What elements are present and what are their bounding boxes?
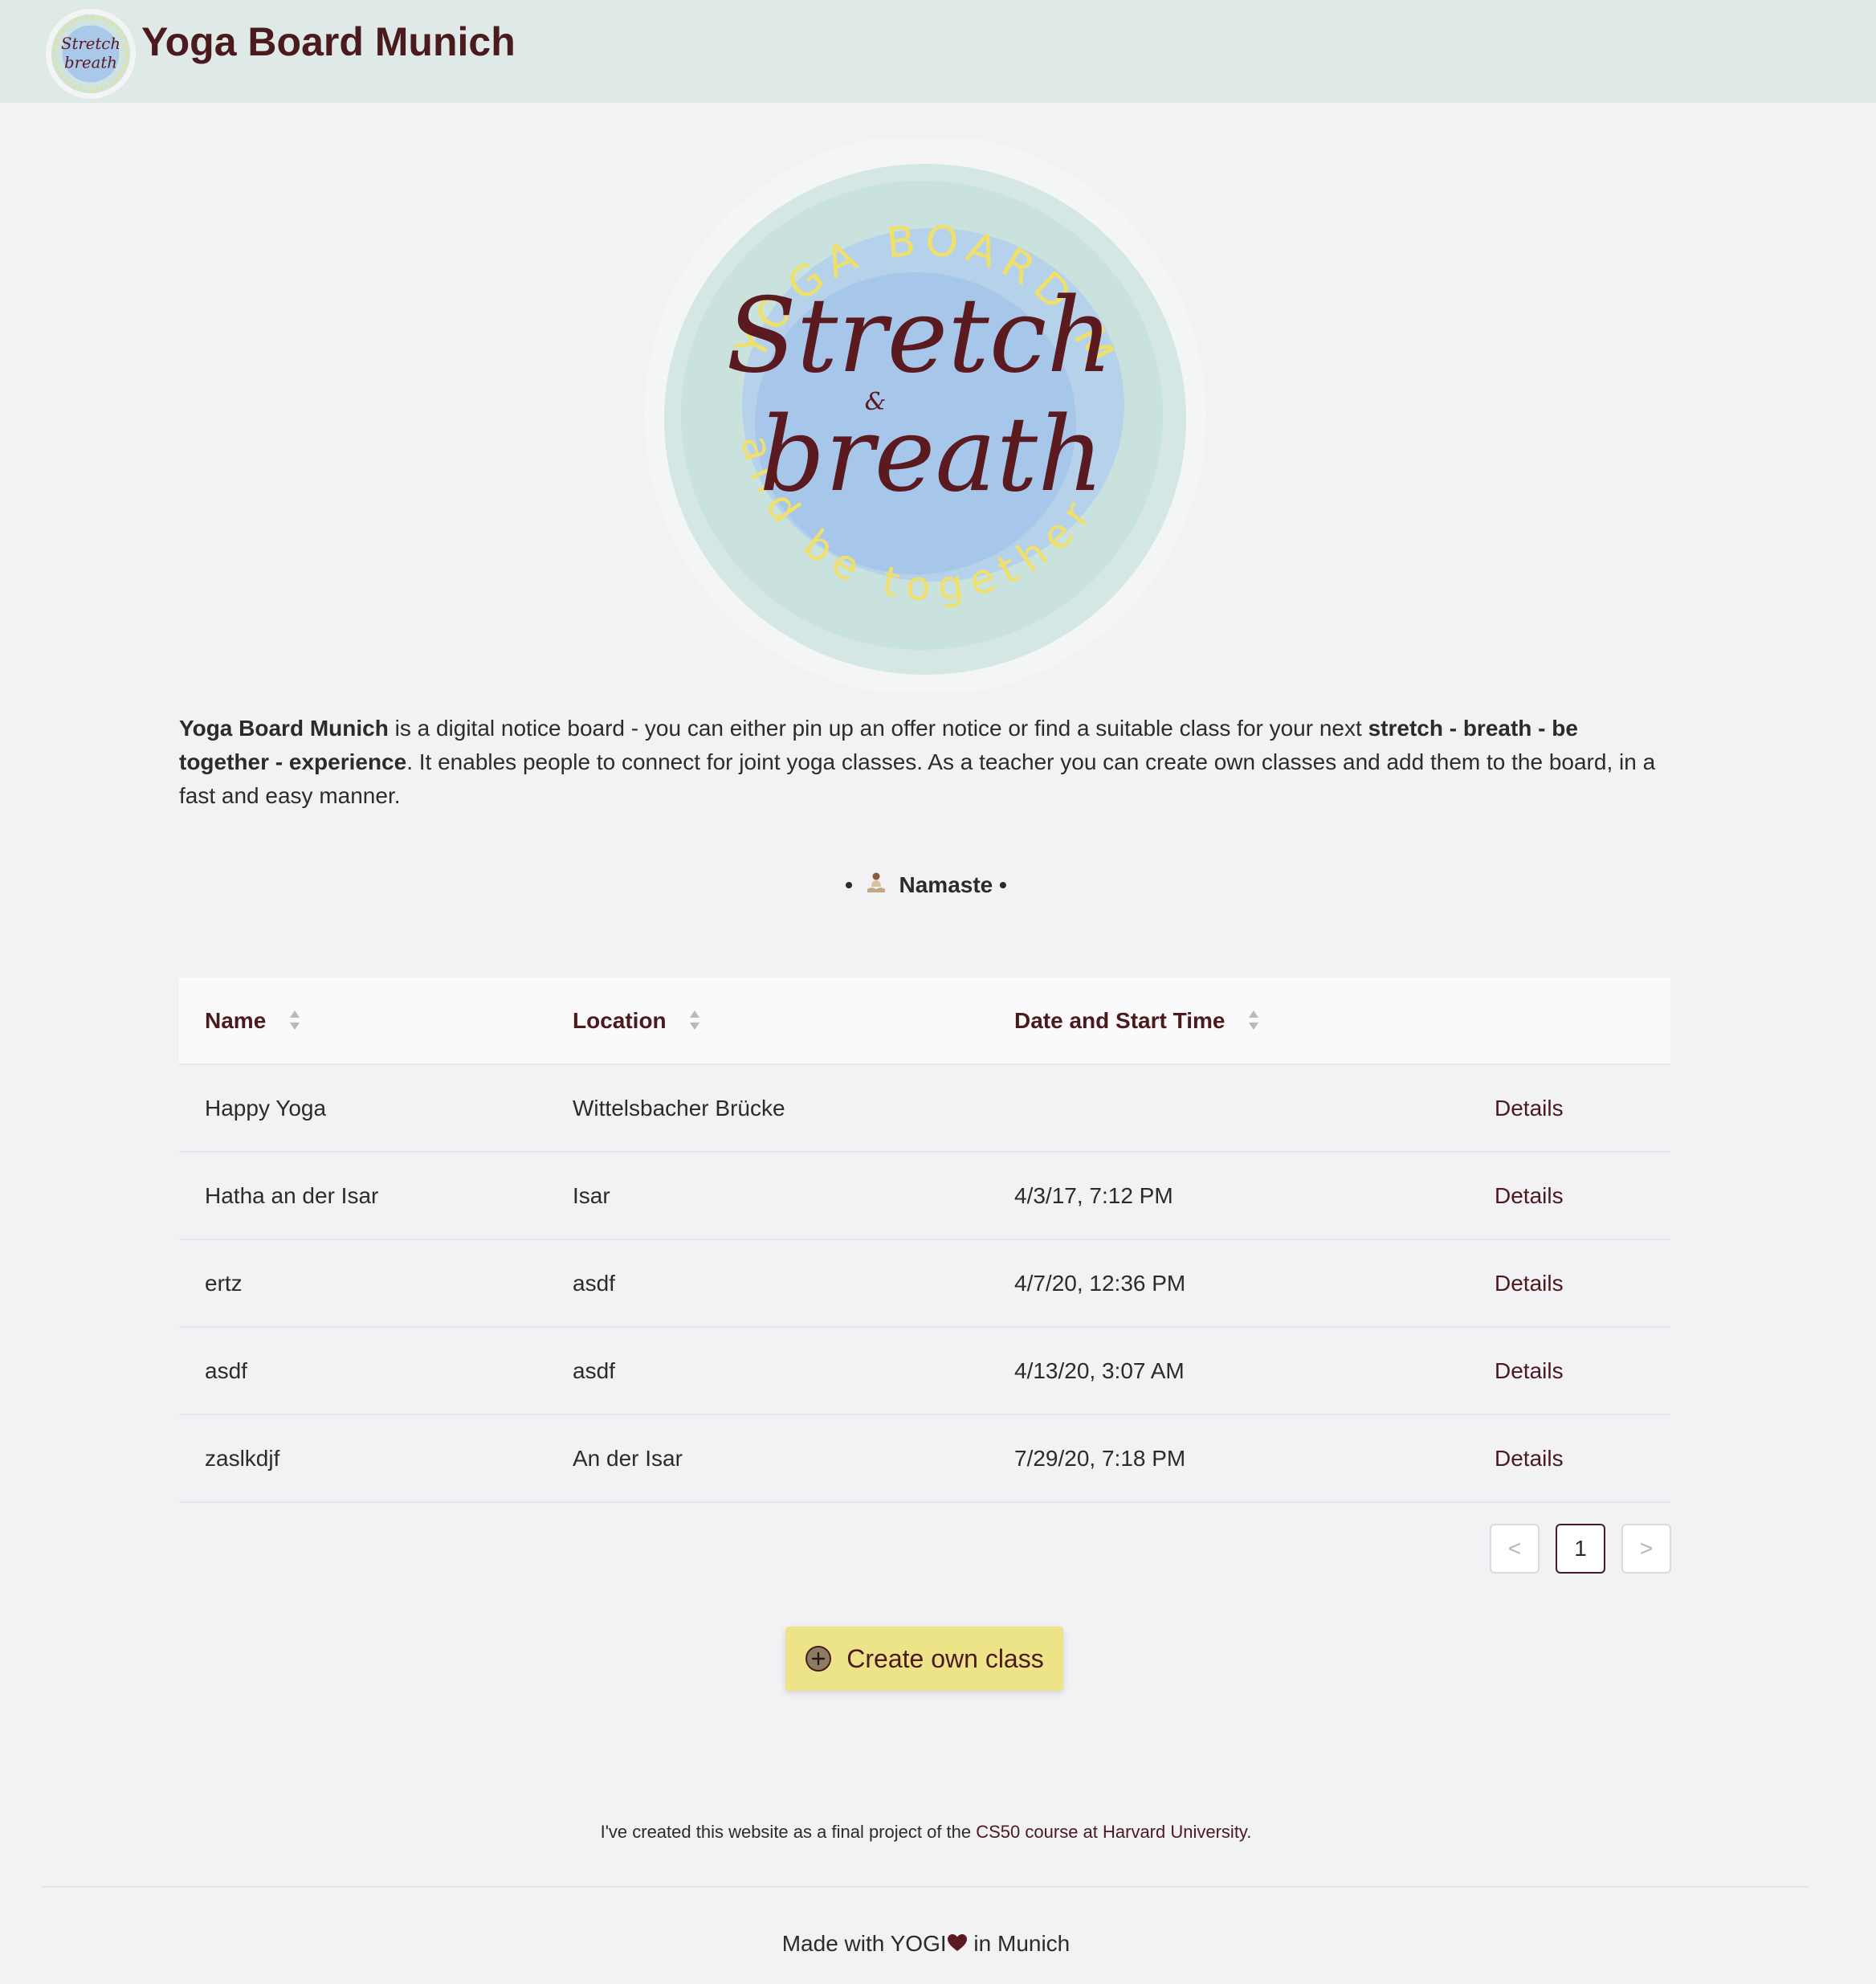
sort-icon[interactable] [288,1009,301,1031]
column-header-name-label: Name [205,1008,267,1033]
logo-text-stretch: Stretch [726,276,1113,396]
column-header-name[interactable]: Name [205,978,301,1063]
plus-circle-icon [805,1646,832,1672]
cell-date: 4/3/17, 7:12 PM [1014,1183,1173,1208]
sort-icon[interactable] [688,1009,701,1031]
cell-name: ertz [205,1271,243,1296]
cell-date: 7/29/20, 7:18 PM [1014,1446,1186,1471]
next-page-button[interactable]: > [1621,1524,1671,1574]
page-1-button[interactable]: 1 [1556,1524,1605,1574]
credit-prefix: I've created this website as a final pro… [600,1822,977,1842]
details-link[interactable]: Details [1495,1240,1564,1326]
cell-date: 4/7/20, 12:36 PM [1014,1271,1186,1296]
app-header: Stretch breath Yoga Board Munich [0,0,1876,103]
namaste-line: • Namaste • [0,872,1852,898]
intro-brand: Yoga Board Munich [179,716,389,741]
namaste-bullet-left: • [845,872,853,897]
pagination: < 1 > [1490,1524,1671,1577]
cell-name: Hatha an der Isar [205,1183,379,1208]
cell-name: asdf [205,1358,247,1383]
table-header: Name Location Date and Start Time [179,978,1670,1065]
column-header-location[interactable]: Location [573,978,701,1063]
meditation-icon [867,872,885,892]
made-with-prefix: Made with YOGI [781,1931,947,1956]
heart-icon [947,1934,967,1951]
namaste-bullet-right: • [999,872,1007,897]
intro-paragraph: Yoga Board Munich is a digital notice bo… [179,712,1673,813]
details-link[interactable]: Details [1495,1153,1564,1239]
cell-location: asdf [573,1358,615,1383]
create-own-class-button[interactable]: Create own class [785,1627,1063,1691]
create-own-class-label: Create own class [846,1643,1044,1673]
column-header-date[interactable]: Date and Start Time [1014,978,1260,1063]
details-link[interactable]: Details [1495,1328,1564,1414]
table-row: ertz asdf 4/7/20, 12:36 PM Details [179,1240,1670,1328]
classes-table: Name Location Date and Start Time Happy … [179,978,1670,1503]
stretch-and-breath-logo-icon[interactable]: Stretch breath [43,6,138,101]
cs50-link[interactable]: CS50 course at Harvard University [976,1822,1246,1842]
details-link[interactable]: Details [1495,1065,1564,1151]
footer-divider [42,1886,1809,1888]
made-with-line: Made with YOGI in Munich [0,1931,1852,1957]
cell-location: An der Isar [573,1446,683,1471]
prev-page-button[interactable]: < [1490,1524,1540,1574]
cell-name: zaslkdjf [205,1446,280,1471]
footer-credit: I've created this website as a final pro… [0,1822,1852,1843]
column-header-location-label: Location [573,1008,667,1033]
column-header-date-label: Date and Start Time [1014,1008,1226,1033]
made-with-suffix: in Munich [967,1931,1071,1956]
cell-location: asdf [573,1271,615,1296]
cell-location: Isar [573,1183,610,1208]
credit-suffix: . [1246,1822,1252,1842]
cell-location: Wittelsbacher Brücke [573,1096,785,1121]
namaste-label: Namaste [899,872,993,897]
hero-logo: YOGA BOARD MUC and be together Stretch &… [642,138,1206,692]
intro-text-1: is a digital notice board - you can eith… [388,716,1368,741]
svg-text:Stretch: Stretch [61,35,120,53]
table-row: asdf asdf 4/13/20, 3:07 AM Details [179,1328,1670,1415]
cell-date: 4/13/20, 3:07 AM [1014,1358,1185,1383]
table-row: zaslkdjf An der Isar 7/29/20, 7:18 PM De… [179,1415,1670,1503]
details-link[interactable]: Details [1495,1415,1564,1501]
sort-icon[interactable] [1247,1009,1260,1031]
cell-name: Happy Yoga [205,1096,327,1121]
svg-text:breath: breath [64,54,117,72]
logo-text-breath: breath [759,395,1103,515]
table-row: Hatha an der Isar Isar 4/3/17, 7:12 PM D… [179,1153,1670,1240]
table-row: Happy Yoga Wittelsbacher Brücke Details [179,1065,1670,1153]
app-title[interactable]: Yoga Board Munich [141,18,516,66]
